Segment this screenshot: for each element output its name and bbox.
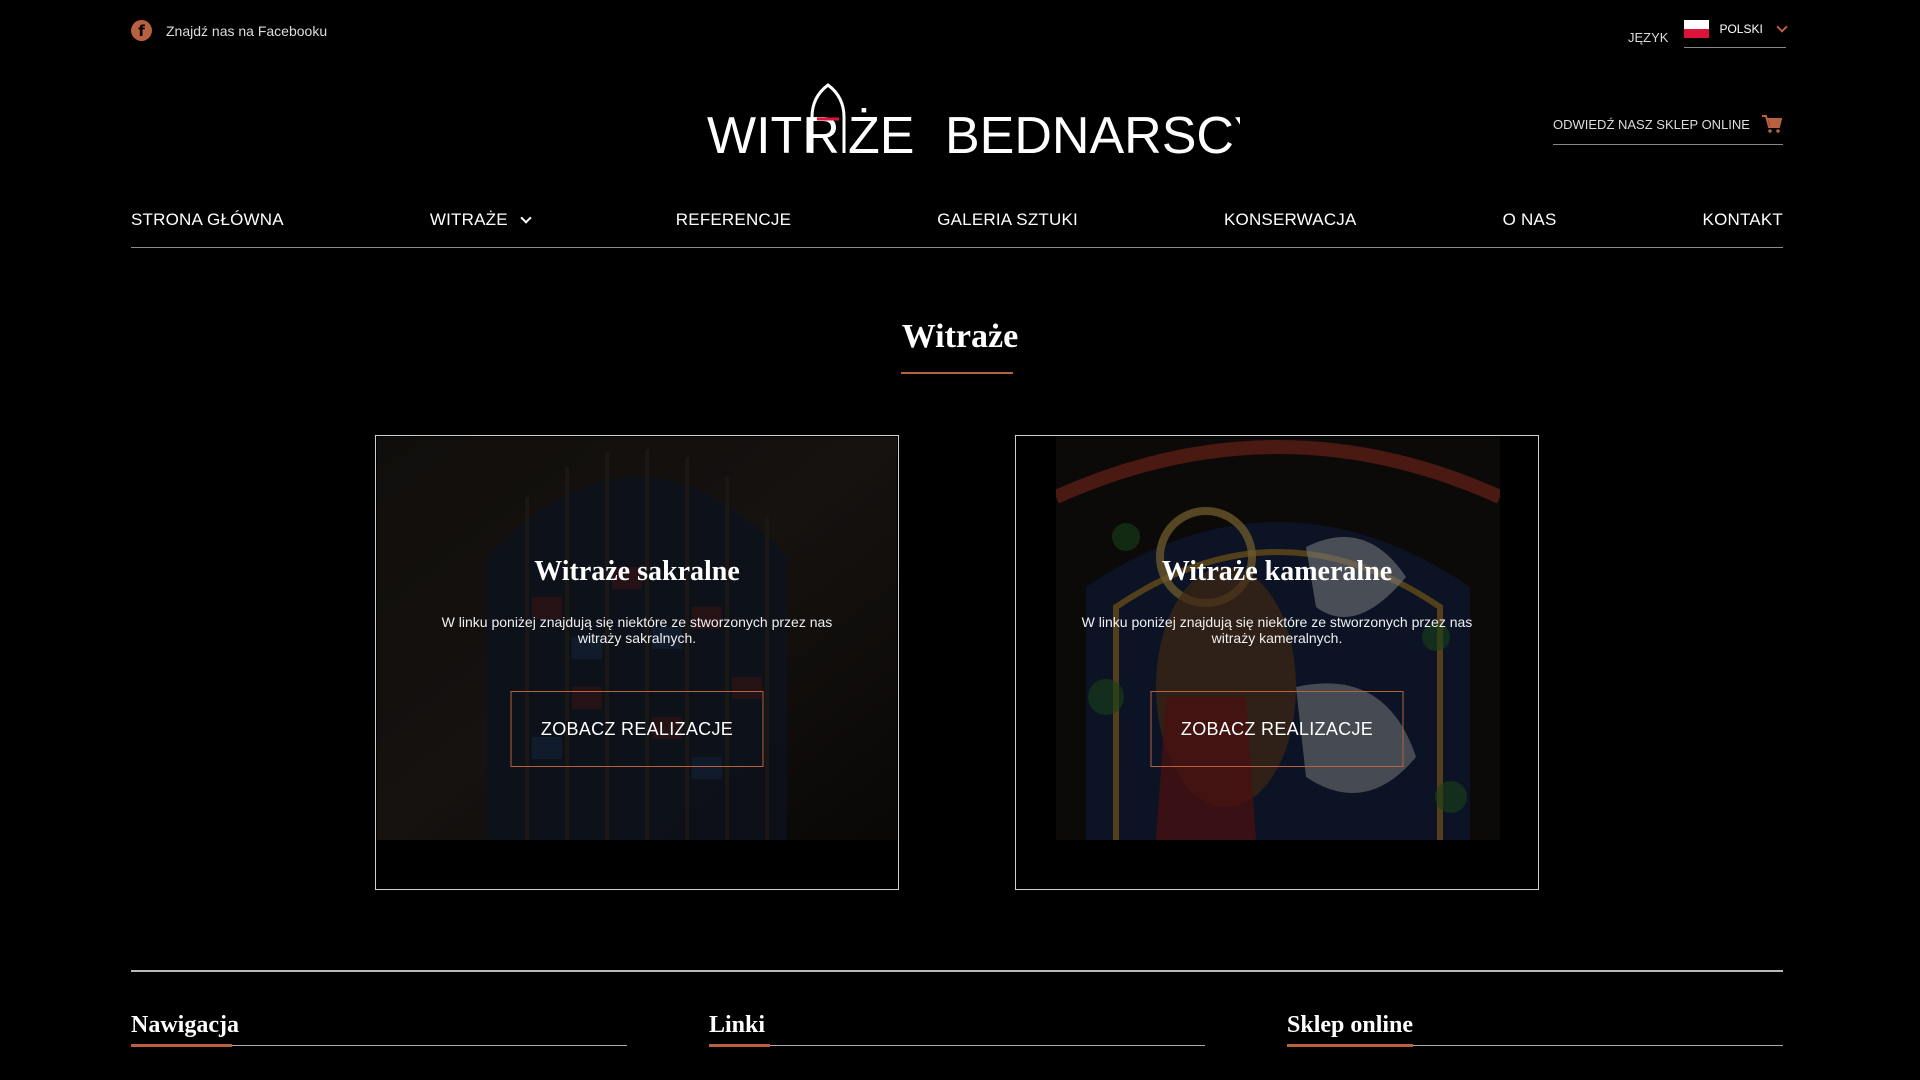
card-content: Witraże kameralne W linku poniżej znajdu… <box>1016 556 1538 646</box>
card-title: Witraże sakralne <box>534 556 740 587</box>
poland-flag-icon <box>1684 20 1710 38</box>
footer-title-underline <box>131 1044 232 1047</box>
footer-column-navigation: Nawigacja <box>131 1012 627 1047</box>
facebook-link[interactable]: f Znajdź nas na Facebooku <box>131 20 327 41</box>
language-label: JĘZYK <box>1628 29 1669 45</box>
see-projects-button[interactable]: ZOBACZ REALIZACJE <box>1150 691 1404 767</box>
nav-item-label: WITRAŻE <box>429 210 508 229</box>
main-nav: STRONA GŁÓWNA WITRAŻE REFERENCJE GALERIA… <box>131 210 1783 248</box>
footer-title-underline <box>1287 1044 1413 1047</box>
nav-item-label: STRONA GŁÓWNA <box>131 210 284 229</box>
card-content: Witraże sakralne W linku poniżej znajduj… <box>376 556 898 646</box>
nav-item-konserwacja[interactable]: KONSERWACJA <box>1224 210 1357 230</box>
section-title: Witraże <box>901 318 1019 355</box>
nav-item-label: KONSERWACJA <box>1223 210 1357 229</box>
see-projects-button[interactable]: ZOBACZ REALIZACJE <box>510 691 764 767</box>
nav-item-home[interactable]: STRONA GŁÓWNA <box>131 210 284 230</box>
footer-title-underline <box>709 1044 770 1047</box>
language-select[interactable]: POLSKI <box>1684 20 1789 48</box>
logo-text-left: WITR <box>707 107 840 165</box>
nav-item-kontakt[interactable]: KONTAKT <box>1703 210 1783 230</box>
footer-column-title: Sklep online <box>1287 1012 1414 1038</box>
nav-item-label: O NAS <box>1502 210 1557 229</box>
site-logo[interactable]: WITR ŻE BEDNARSCY <box>680 75 1269 165</box>
logo-text-right: BEDNARSCY <box>945 107 1240 165</box>
nav-item-galeria[interactable]: GALERIA SZTUKI <box>937 210 1078 230</box>
card-description: W linku poniżej znajdują się niektóre ze… <box>1081 614 1473 646</box>
online-shop-label: ODWIEDŹ NASZ SKLEP ONLINE <box>1553 116 1750 132</box>
section-title-underline <box>901 372 1013 374</box>
logo-text-mid: ŻE <box>848 107 914 165</box>
card-sacral: Witraże sakralne W linku poniżej znajduj… <box>375 435 899 890</box>
nav-item-witraze[interactable]: WITRAŻE <box>429 210 532 230</box>
cart-icon <box>1762 115 1783 133</box>
footer-divider <box>131 970 1783 972</box>
card-description: W linku poniżej znajdują się niektóre ze… <box>441 614 833 646</box>
chevron-down-icon <box>1776 21 1789 33</box>
chevron-down-icon <box>520 212 532 224</box>
footer-column-shop: Sklep online <box>1287 1012 1783 1047</box>
facebook-icon: f <box>131 20 152 41</box>
language-switcher: JĘZYK POLSKI <box>1628 20 1789 48</box>
language-value: POLSKI <box>1719 22 1763 36</box>
online-shop-link[interactable]: ODWIEDŹ NASZ SKLEP ONLINE <box>1553 114 1783 145</box>
nav-item-o-nas[interactable]: O NAS <box>1503 210 1557 230</box>
facebook-link-text: Znajdź nas na Facebooku <box>166 22 328 39</box>
nav-item-label: REFERENCJE <box>675 210 792 229</box>
footer-column-links: Linki <box>709 1012 1205 1047</box>
footer-column-title: Linki <box>709 1012 766 1038</box>
card-title: Witraże kameralne <box>1161 556 1393 587</box>
nav-item-label: KONTAKT <box>1702 210 1783 229</box>
card-chamber: Witraże kameralne W linku poniżej znajdu… <box>1015 435 1539 890</box>
nav-item-label: GALERIA SZTUKI <box>937 210 1078 229</box>
nav-item-referencje[interactable]: REFERENCJE <box>676 210 791 230</box>
footer-column-title: Nawigacja <box>131 1012 239 1038</box>
